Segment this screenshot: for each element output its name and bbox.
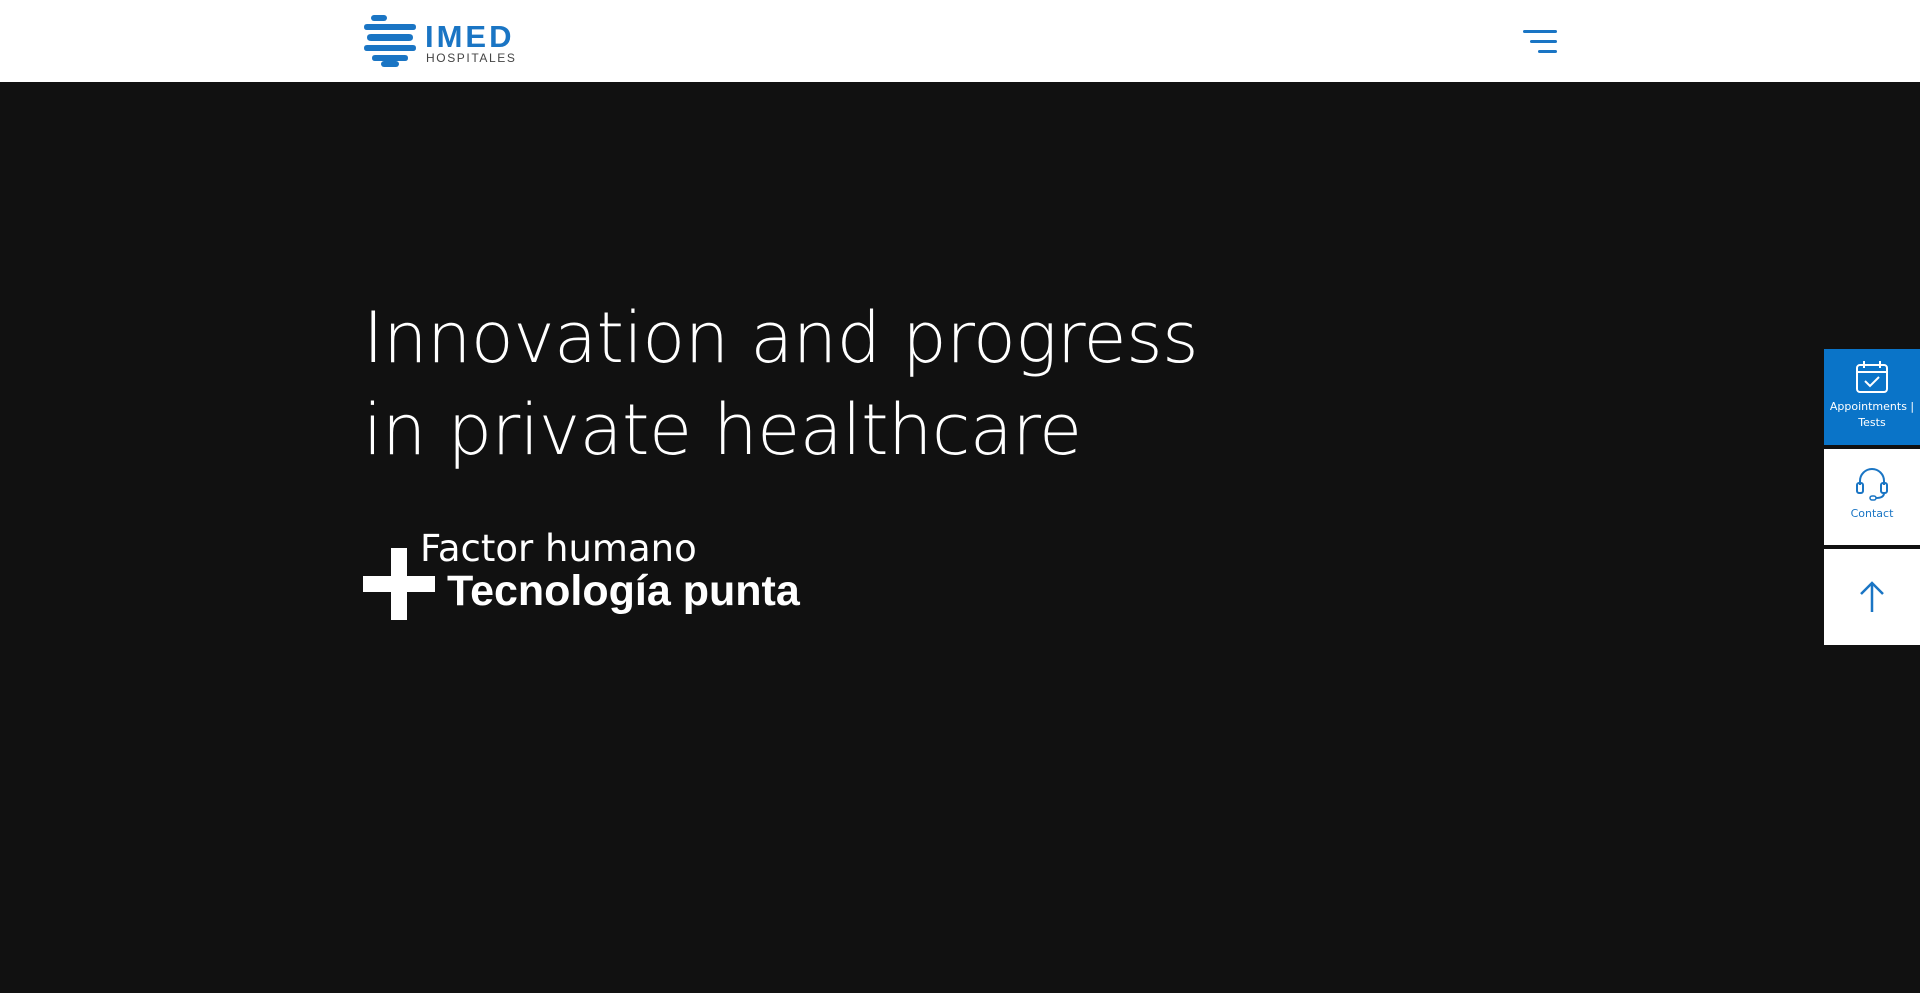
hero-title-line-2: in private healthcare [363, 389, 1082, 471]
contact-label: Contact [1850, 507, 1894, 520]
hero-section [0, 82, 1920, 993]
back-to-top-button[interactable] [1824, 549, 1920, 645]
imed-logo[interactable]: IMED HOSPITALES [363, 15, 533, 67]
site-header: IMED HOSPITALES [0, 0, 1920, 82]
imed-logo-mark-icon [364, 15, 416, 67]
hero-title: Innovation and progress in private healt… [363, 292, 1199, 476]
appointments-button[interactable]: Appointments | Tests [1824, 349, 1920, 445]
headset-icon [1856, 468, 1888, 501]
menu-button[interactable] [1520, 27, 1560, 57]
calendar-check-icon [1856, 361, 1888, 393]
tagline-tecnologia-punta: Tecnología punta [447, 567, 800, 615]
tagline-factor-humano: Factor humano [420, 527, 697, 570]
appointments-label: Appointments | Tests [1829, 400, 1915, 429]
logo-subtitle: HOSPITALES [426, 51, 517, 65]
hamburger-menu-icon [1523, 30, 1557, 53]
contact-button[interactable]: Contact [1824, 449, 1920, 545]
arrow-up-icon [1860, 581, 1884, 612]
hero-title-line-1: Innovation and progress [363, 297, 1199, 379]
logo-name: IMED [425, 19, 515, 54]
